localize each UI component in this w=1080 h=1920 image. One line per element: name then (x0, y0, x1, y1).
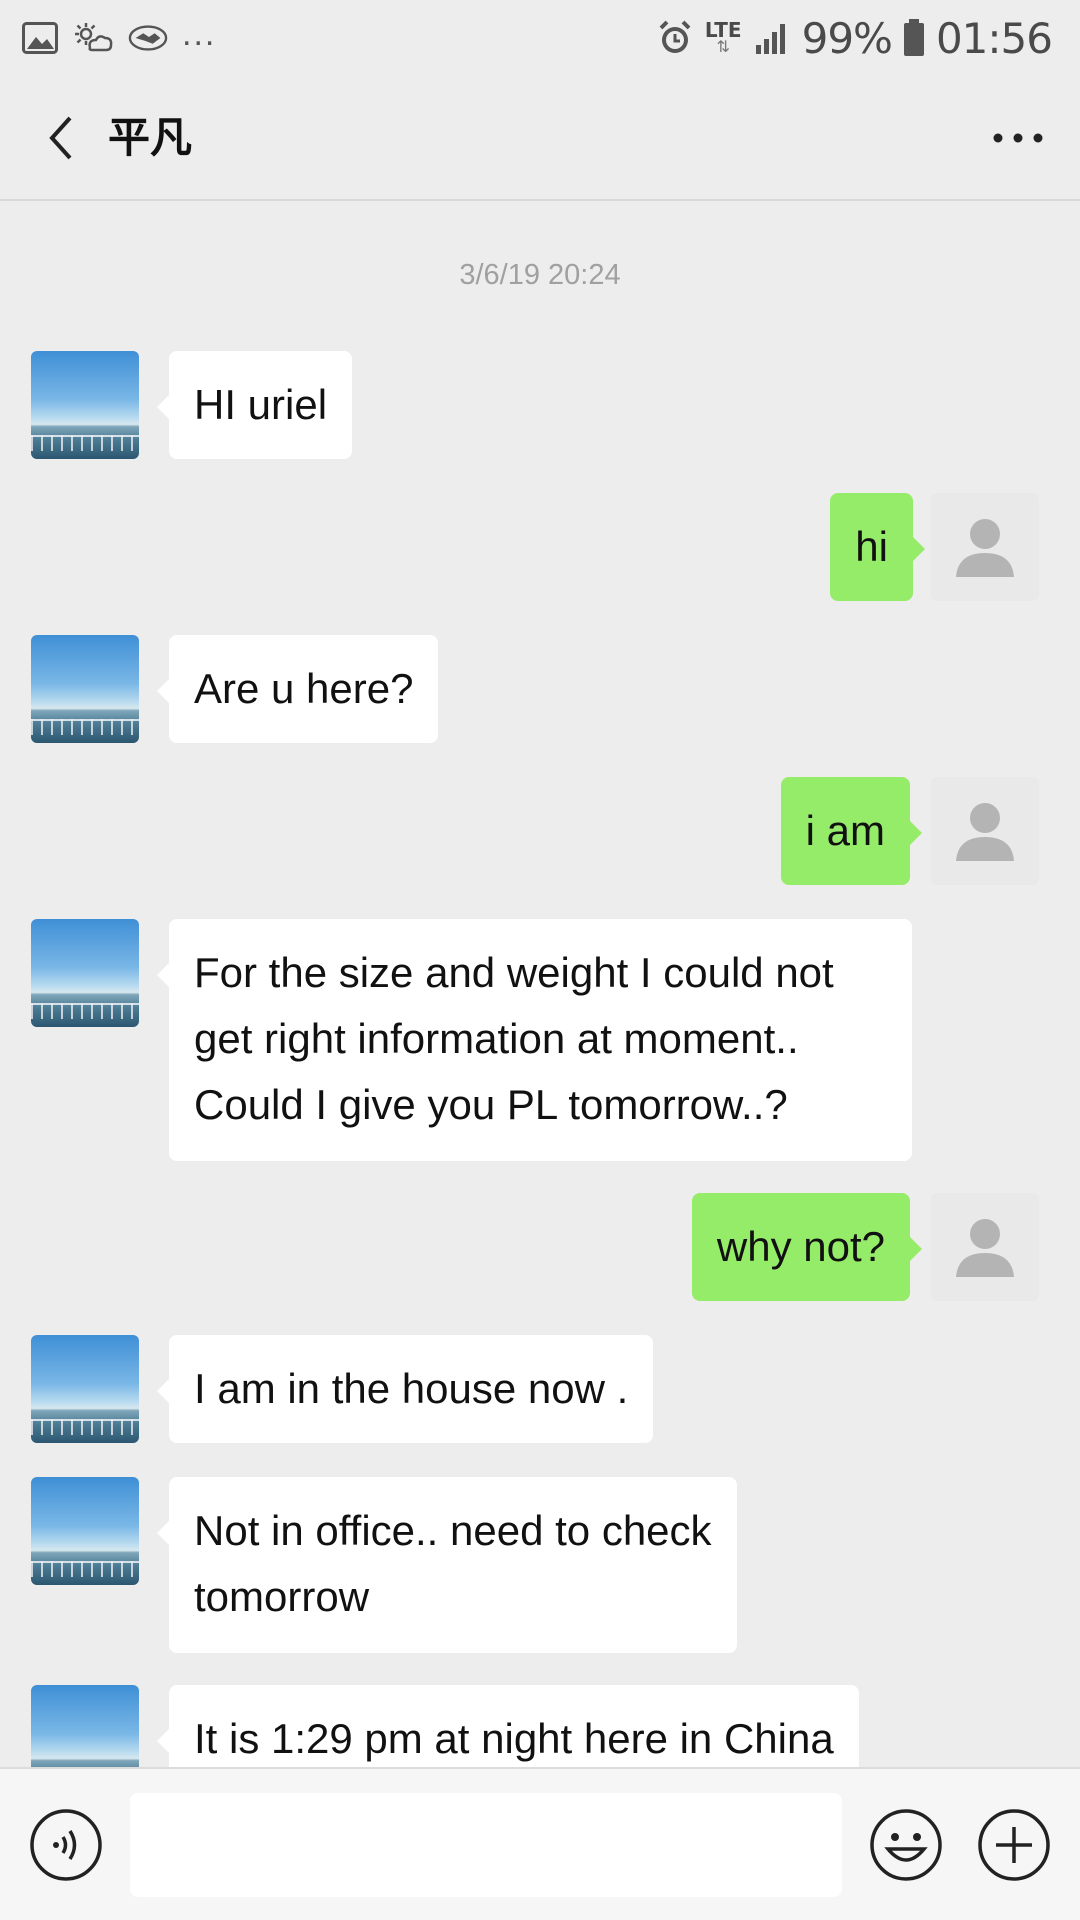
voice-icon (30, 1809, 102, 1881)
outgoing-message-bubble[interactable]: i am (780, 777, 923, 885)
battery-percent: 99% (801, 13, 893, 63)
message-line: Could I give you PL tomorrow..? (194, 1081, 788, 1128)
status-right: LTE ⇅ 99% 01:56 (655, 12, 1053, 64)
lte-indicator: LTE ⇅ (705, 20, 742, 56)
incoming-message-bubble[interactable]: Not in office.. need to check tomorrow (157, 1477, 737, 1653)
message-line: tomorrow (194, 1573, 370, 1620)
message-text: hi (855, 523, 888, 570)
my-avatar[interactable] (931, 1193, 1039, 1301)
status-left-icons: ... (20, 16, 216, 60)
emoji-icon (870, 1809, 942, 1881)
message-text: HI uriel (194, 381, 328, 428)
contact-avatar[interactable] (31, 351, 139, 459)
message-line: get right information at moment.. (194, 1015, 799, 1062)
chevron-left-icon (49, 116, 72, 160)
message-text: Are u here? (194, 665, 414, 712)
my-avatar[interactable] (931, 493, 1039, 601)
handshake-icon (128, 18, 168, 58)
status-bar: ... LTE ⇅ 99% 01:56 (0, 0, 1080, 76)
lte-label: LTE (704, 18, 742, 42)
signal-icon (752, 18, 792, 58)
contact-avatar[interactable] (31, 1335, 139, 1443)
message-text: I am in the house now . (194, 1365, 629, 1412)
weather-icon (74, 18, 114, 58)
outgoing-message-bubble[interactable]: why not? (691, 1193, 923, 1301)
emoji-button[interactable] (868, 1807, 944, 1883)
incoming-message-bubble[interactable]: It is 1:29 pm at night here in China (157, 1685, 859, 1767)
outgoing-message-bubble[interactable]: hi (830, 493, 925, 601)
contact-avatar[interactable] (31, 919, 139, 1027)
more-icon (993, 133, 1043, 143)
my-avatar[interactable] (931, 777, 1039, 885)
incoming-message-bubble[interactable]: HI uriel (156, 351, 353, 459)
status-overflow: ... (182, 15, 217, 53)
message-line: For the size and weight I could not (194, 949, 834, 996)
incoming-message-bubble[interactable]: Are u here? (156, 635, 439, 743)
more-functions-button[interactable] (976, 1807, 1052, 1883)
default-user-icon (956, 519, 1014, 577)
alarm-icon (655, 18, 695, 58)
default-user-icon (956, 1219, 1014, 1277)
incoming-message-bubble[interactable]: I am in the house now . (156, 1335, 654, 1443)
battery-icon (902, 18, 926, 58)
incoming-message-bubble[interactable]: For the size and weight I could not get … (157, 919, 912, 1161)
message-text: i am (805, 807, 885, 854)
status-time: 01:56 (935, 13, 1053, 63)
more-options-button[interactable] (986, 106, 1050, 170)
message-text: It is 1:29 pm at night here in China (194, 1715, 834, 1762)
chat-header: 平凡 (0, 76, 1080, 201)
data-arrows-icon: ⇅ (716, 39, 730, 56)
message-input-bar (0, 1767, 1080, 1920)
back-button[interactable] (28, 106, 92, 170)
chat-title: 平凡 (108, 113, 193, 162)
message-timestamp: 3/6/19 20:24 (459, 259, 621, 291)
voice-input-button[interactable] (28, 1807, 104, 1883)
contact-avatar[interactable] (31, 1477, 139, 1585)
message-line: Not in office.. need to check (194, 1507, 712, 1554)
default-user-icon (956, 803, 1014, 861)
message-text: why not? (716, 1223, 885, 1270)
contact-avatar[interactable] (31, 1685, 139, 1767)
message-text-input[interactable] (130, 1793, 842, 1897)
gallery-icon (20, 18, 60, 58)
contact-avatar[interactable] (31, 635, 139, 743)
chat-message-list[interactable]: 3/6/19 20:24 HI uriel hi Are u here? i a… (0, 203, 1080, 1767)
plus-icon (978, 1809, 1050, 1881)
